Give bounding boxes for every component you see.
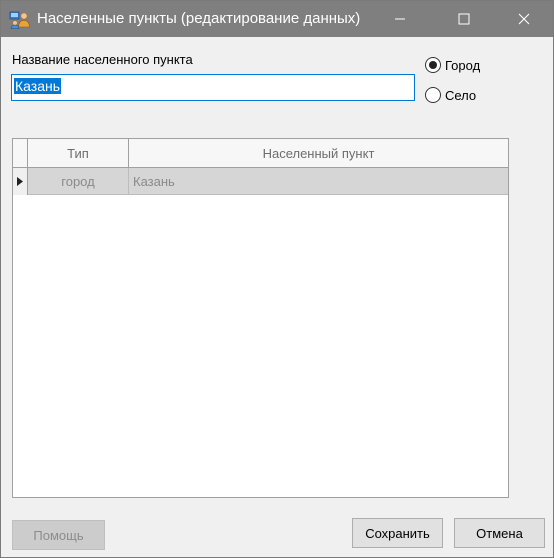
grid-header: Тип Населенный пункт [13, 139, 508, 168]
save-button[interactable]: Сохранить [352, 518, 443, 548]
app-users-icon [9, 9, 31, 29]
close-button[interactable] [501, 1, 547, 37]
settlement-name-input[interactable]: Казань [11, 74, 415, 101]
minimize-button[interactable] [377, 1, 423, 37]
cancel-button[interactable]: Отмена [454, 518, 545, 548]
settlements-grid[interactable]: Тип Населенный пункт город Казань [12, 138, 509, 498]
column-header-type[interactable]: Тип [28, 139, 129, 168]
maximize-icon [458, 13, 470, 25]
close-icon [518, 13, 530, 25]
settlement-name-value: Казань [14, 78, 62, 94]
radio-selected-dot [429, 61, 437, 69]
cell-type[interactable]: город [28, 168, 129, 195]
title-bar[interactable]: Населенные пункты (редактирование данных… [1, 1, 553, 37]
settlement-name-label: Название населенного пункта [12, 52, 193, 67]
window-title: Населенные пункты (редактирование данных… [37, 10, 361, 27]
cell-settlement[interactable]: Казань [133, 168, 175, 195]
column-header-settlement[interactable]: Населенный пункт [129, 139, 508, 168]
radio-city-label: Город [445, 57, 481, 73]
radio-city[interactable]: Город [425, 57, 480, 73]
row-pointer-icon [17, 177, 23, 186]
radio-city-button[interactable] [425, 57, 441, 73]
radio-village-label: Село [445, 87, 477, 103]
current-row-indicator[interactable] [13, 168, 28, 195]
maximize-button[interactable] [441, 1, 487, 37]
radio-village-button[interactable] [425, 87, 441, 103]
edit-settlements-window: Населенные пункты (редактирование данных… [0, 0, 554, 558]
row-header-column [13, 139, 28, 168]
minimize-icon [395, 18, 405, 20]
radio-village[interactable]: Село [425, 87, 476, 103]
table-row[interactable]: город Казань [13, 168, 508, 195]
help-button[interactable]: Помощь [12, 520, 105, 550]
